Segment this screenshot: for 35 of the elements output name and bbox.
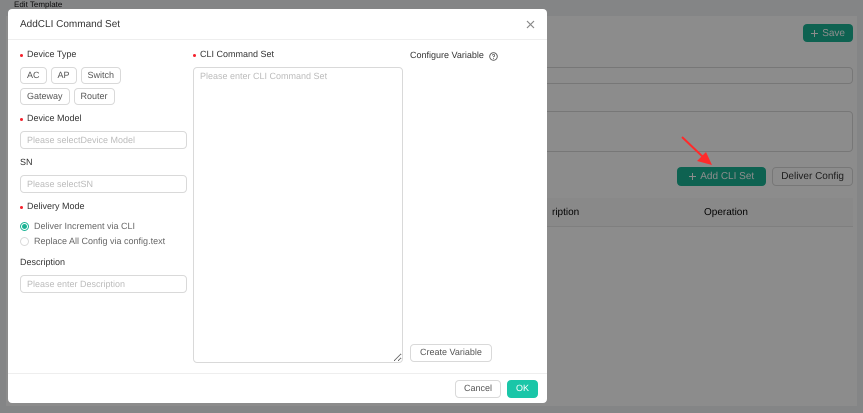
required-icon bbox=[20, 118, 23, 120]
deliver-config-button[interactable]: Deliver Config bbox=[772, 167, 853, 186]
cli-command-field[interactable]: Please enter CLI Command Set bbox=[193, 67, 403, 363]
device-type-option[interactable]: Switch bbox=[80, 67, 122, 84]
breadcrumb: Edit Template bbox=[14, 0, 62, 9]
help-icon[interactable] bbox=[488, 52, 498, 60]
plus-icon bbox=[811, 30, 818, 36]
radio-label: Replace All Config via config.text bbox=[34, 234, 166, 248]
field-label: Delivery Mode bbox=[27, 200, 85, 214]
select-field[interactable]: Please selectSN bbox=[20, 175, 187, 193]
field-label: Configure Variable bbox=[410, 49, 484, 62]
device-type-option[interactable]: AP bbox=[50, 67, 77, 84]
close-icon[interactable] bbox=[526, 20, 535, 28]
field-label: Description bbox=[20, 256, 66, 270]
required-icon bbox=[193, 54, 196, 56]
field-label: SN bbox=[20, 156, 33, 170]
radio-button[interactable] bbox=[20, 222, 29, 231]
dialog-title: AddCLI Command Set bbox=[20, 18, 120, 32]
device-type-option[interactable]: AC bbox=[20, 67, 47, 84]
device-type-option[interactable]: Gateway bbox=[20, 88, 70, 105]
select-field[interactable]: Please selectDevice Model bbox=[20, 131, 187, 149]
field-label: Device Type bbox=[27, 48, 76, 62]
annotation-arrow bbox=[681, 136, 713, 166]
field-label: CLI Command Set bbox=[200, 48, 274, 62]
required-icon bbox=[20, 206, 23, 208]
description-field[interactable]: Please enter Description bbox=[20, 275, 187, 293]
required-icon bbox=[20, 54, 23, 56]
plus-icon bbox=[689, 173, 696, 180]
field-label: Device Model bbox=[27, 112, 82, 126]
column-header: Operation bbox=[704, 206, 748, 220]
radio-label: Deliver Increment via CLI bbox=[34, 220, 136, 233]
column-header: ription bbox=[552, 206, 580, 220]
create-variable-button[interactable]: Create Variable bbox=[410, 344, 492, 362]
cancel-button[interactable]: Cancel bbox=[454, 380, 501, 398]
device-type-option[interactable]: Router bbox=[74, 88, 115, 105]
